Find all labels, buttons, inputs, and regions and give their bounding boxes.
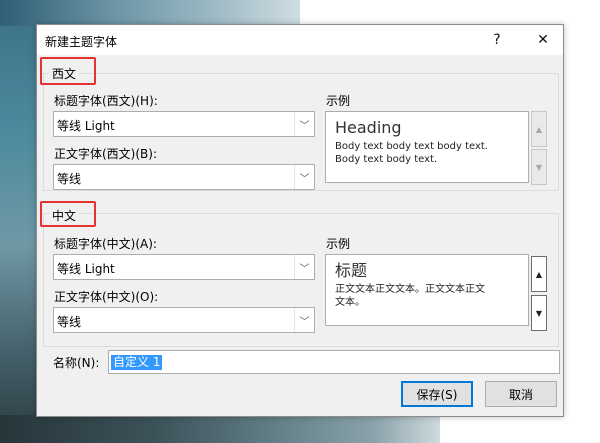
western-sample-body-line-2: Body text body text. (335, 154, 438, 165)
triangle-down-icon: ▼ (535, 162, 543, 172)
dialog-title: 新建主题字体 (45, 35, 118, 49)
chevron-down-icon[interactable]: ﹀ (294, 112, 314, 136)
triangle-up-icon: ▲ (535, 124, 543, 134)
western-sample-body-line-1: Body text body text body text. (335, 141, 488, 152)
western-body-font-label: 正文字体(西文)(B): (54, 147, 158, 161)
western-heading-font-combo[interactable]: 等线 Light ﹀ (53, 111, 315, 137)
eastasian-sample-body-line-2: 文本。 (335, 297, 365, 308)
western-sample-heading: Heading (335, 118, 402, 137)
highlight-box-western (40, 57, 96, 85)
eastasian-heading-font-combo[interactable]: 等线 Light ﹀ (53, 254, 315, 280)
eastasian-sample-body-line-1: 正文文本正文文本。正文文本正文 (335, 284, 485, 295)
western-sample-preview: Heading Body text body text body text. B… (325, 111, 529, 183)
western-heading-font-label: 标题字体(西文)(H): (54, 94, 158, 108)
western-heading-font-value: 等线 Light (57, 119, 115, 133)
name-label: 名称(N): (53, 356, 100, 370)
chevron-down-icon[interactable]: ﹀ (294, 165, 314, 189)
triangle-down-icon: ▼ (535, 308, 543, 318)
eastasian-body-font-combo[interactable]: 等线 ﹀ (53, 307, 315, 333)
background-scenery-top (0, 0, 300, 26)
chevron-down-icon[interactable]: ﹀ (294, 308, 314, 332)
western-body-font-combo[interactable]: 等线 ﹀ (53, 164, 315, 190)
eastasian-body-font-value: 等线 (57, 315, 82, 329)
triangle-up-icon: ▲ (535, 269, 543, 279)
eastasian-scroll-up-button[interactable]: ▲ (531, 256, 547, 292)
eastasian-sample-label: 示例 (326, 237, 351, 251)
eastasian-heading-font-label: 标题字体(中文)(A): (54, 237, 157, 251)
help-button[interactable]: ? (477, 25, 517, 55)
eastasian-body-font-label: 正文字体(中文)(O): (54, 290, 159, 304)
name-input[interactable]: 自定义 1 (108, 350, 560, 374)
dialog-titlebar: 新建主题字体 ? ✕ (37, 25, 563, 55)
cancel-button[interactable]: 取消 (485, 381, 557, 407)
close-icon: ✕ (537, 32, 549, 48)
western-body-font-value: 等线 (57, 172, 82, 186)
save-button[interactable]: 保存(S) (401, 381, 473, 407)
close-button[interactable]: ✕ (523, 25, 563, 55)
eastasian-sample-preview: 标题 正文文本正文文本。正文文本正文 文本。 (325, 254, 529, 326)
background-scenery-left (0, 0, 40, 443)
name-value: 自定义 1 (111, 355, 163, 370)
eastasian-scroll-down-button[interactable]: ▼ (531, 295, 547, 331)
chevron-down-icon[interactable]: ﹀ (294, 255, 314, 279)
western-sample-label: 示例 (326, 94, 351, 108)
background-scenery-bottom (0, 415, 440, 443)
new-theme-fonts-dialog: 新建主题字体 ? ✕ 西文 标题字体(西文)(H): 等线 Light ﹀ 正文… (36, 24, 564, 417)
eastasian-sample-heading: 标题 (335, 261, 368, 280)
western-scroll-up-button[interactable]: ▲ (531, 111, 547, 147)
western-scroll-down-button[interactable]: ▼ (531, 149, 547, 185)
highlight-box-eastasian (40, 201, 96, 227)
eastasian-heading-font-value: 等线 Light (57, 262, 115, 276)
